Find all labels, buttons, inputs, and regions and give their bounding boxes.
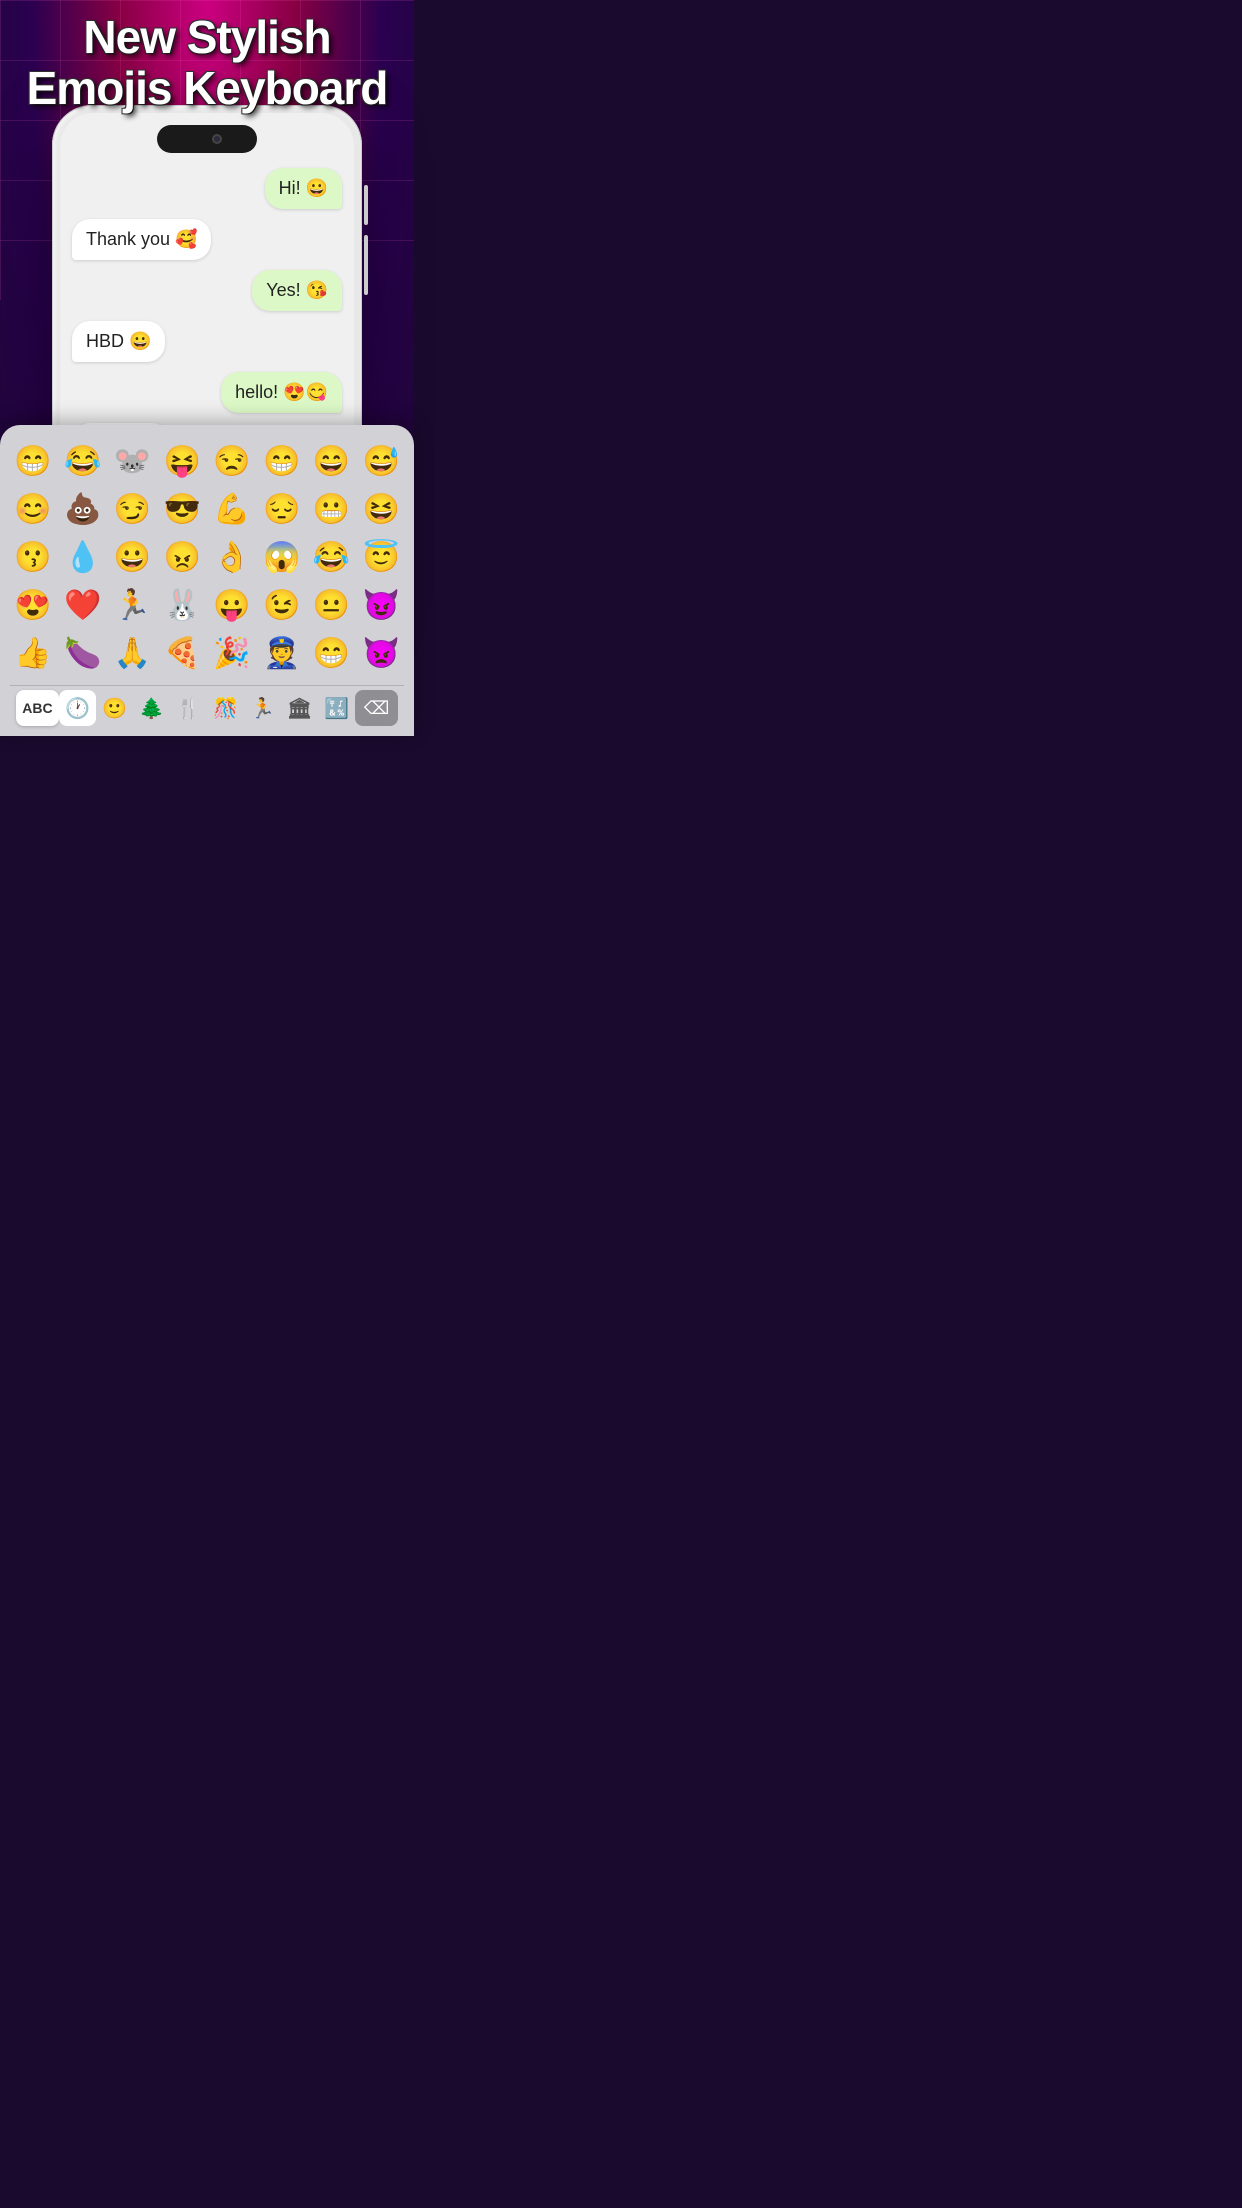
emoji-sweat-smile[interactable]: 😅 bbox=[358, 439, 404, 483]
tree-icon: 🌲 bbox=[139, 696, 164, 721]
emoji-muscle[interactable]: 💪 bbox=[209, 487, 255, 531]
emoji-expressionless[interactable]: 😐 bbox=[309, 583, 355, 627]
toolbar-nature[interactable]: 🌲 bbox=[133, 690, 170, 726]
toolbar-objects[interactable]: 🏛 bbox=[281, 690, 318, 726]
emoji-joy[interactable]: 😂 bbox=[60, 439, 106, 483]
emoji-thumbsup[interactable]: 👍 bbox=[10, 631, 56, 675]
emoji-unamused[interactable]: 😒 bbox=[209, 439, 255, 483]
emoji-kissing[interactable]: 😗 bbox=[10, 535, 56, 579]
phone-notch bbox=[157, 125, 257, 153]
emoji-angry[interactable]: 😠 bbox=[159, 535, 205, 579]
objects-icon: 🏛 bbox=[287, 696, 312, 721]
toolbar-activity[interactable]: 🎊 bbox=[207, 690, 244, 726]
chat-bubble-1: Hi! 😀 bbox=[265, 168, 342, 209]
travel-icon: 🏃 bbox=[250, 696, 275, 721]
emoji-sunglasses[interactable]: 😎 bbox=[159, 487, 205, 531]
chat-bubble-2: Thank you 🥰 bbox=[72, 219, 211, 260]
emoji-innocent[interactable]: 😇 bbox=[358, 535, 404, 579]
keyboard-toolbar: ABC 🕐 🙂 🌲 🍴 🎊 🏃 🏛 🔣 ⌫ bbox=[10, 685, 404, 726]
emoji-pray[interactable]: 🙏 bbox=[110, 631, 156, 675]
emoji-laughing[interactable]: 😆 bbox=[358, 487, 404, 531]
emoji-stuck-out-tongue[interactable]: 😝 bbox=[159, 439, 205, 483]
emoji-smiling-devil[interactable]: 😈 bbox=[358, 583, 404, 627]
emoji-pizza[interactable]: 🍕 bbox=[159, 631, 205, 675]
camera-dot bbox=[212, 134, 222, 144]
chat-area: Hi! 😀 Thank you 🥰 Yes! 😘 HBD 😀 hello! 😍😋… bbox=[60, 113, 354, 476]
emoji-rabbit[interactable]: 🐰 bbox=[159, 583, 205, 627]
emoji-blush[interactable]: 😊 bbox=[10, 487, 56, 531]
emoji-police[interactable]: 👮 bbox=[259, 631, 305, 675]
emoji-devil[interactable]: 👿 bbox=[358, 631, 404, 675]
emoji-neutral[interactable]: 😀 bbox=[110, 535, 156, 579]
header-section: New Stylish Emojis Keyboard bbox=[0, 12, 414, 113]
toolbar-symbols[interactable]: 🔣 bbox=[318, 690, 355, 726]
emoji-droplets[interactable]: 💧 bbox=[60, 535, 106, 579]
emoji-tongue[interactable]: 😛 bbox=[209, 583, 255, 627]
activity-icon: 🎊 bbox=[213, 696, 238, 721]
chat-bubble-3: Yes! 😘 bbox=[252, 270, 342, 311]
emoji-runner[interactable]: 🏃 bbox=[110, 583, 156, 627]
emoji-relieved[interactable]: 😔 bbox=[259, 487, 305, 531]
emoji-smirk[interactable]: 😏 bbox=[110, 487, 156, 531]
emoji-eggplant[interactable]: 🍆 bbox=[60, 631, 106, 675]
emoji-ok-hand[interactable]: 👌 bbox=[209, 535, 255, 579]
emoji-party[interactable]: 🎉 bbox=[209, 631, 255, 675]
emoji-grimacing[interactable]: 😬 bbox=[309, 487, 355, 531]
header-title: New Stylish Emojis Keyboard bbox=[20, 12, 394, 113]
toolbar-travel[interactable]: 🏃 bbox=[244, 690, 281, 726]
emoji-heart[interactable]: ❤️ bbox=[60, 583, 106, 627]
toolbar-recent[interactable]: 🕐 bbox=[59, 690, 96, 726]
emoji-smile[interactable]: 😄 bbox=[309, 439, 355, 483]
emoji-grin[interactable]: 😁 bbox=[259, 439, 305, 483]
symbols-icon: 🔣 bbox=[324, 696, 349, 721]
emoji-grid: 😁 😂 🐭 😝 😒 😁 😄 😅 😊 💩 😏 😎 💪 😔 😬 😆 😗 💧 😀 😠 … bbox=[10, 439, 404, 675]
emoji-scream[interactable]: 😱 bbox=[259, 535, 305, 579]
emoji-mouse[interactable]: 🐭 bbox=[110, 439, 156, 483]
food-icon: 🍴 bbox=[176, 696, 201, 721]
chat-bubble-4: HBD 😀 bbox=[72, 321, 165, 362]
emoji-icon: 🙂 bbox=[102, 696, 127, 721]
delete-key[interactable]: ⌫ bbox=[355, 690, 398, 726]
toolbar-emoji[interactable]: 🙂 bbox=[96, 690, 133, 726]
phone-button-1 bbox=[364, 185, 368, 225]
emoji-poop[interactable]: 💩 bbox=[60, 487, 106, 531]
phone-button-2 bbox=[364, 235, 368, 295]
emoji-big-grin[interactable]: 😁 bbox=[309, 631, 355, 675]
clock-icon: 🕐 bbox=[65, 696, 90, 721]
emoji-grinning[interactable]: 😁 bbox=[10, 439, 56, 483]
keyboard-panel: 😁 😂 🐭 😝 😒 😁 😄 😅 😊 💩 😏 😎 💪 😔 😬 😆 😗 💧 😀 😠 … bbox=[0, 425, 414, 736]
chat-bubble-5: hello! 😍😋 bbox=[221, 372, 342, 413]
emoji-wink[interactable]: 😉 bbox=[259, 583, 305, 627]
emoji-heart-eyes[interactable]: 😍 bbox=[10, 583, 56, 627]
abc-key[interactable]: ABC bbox=[16, 690, 59, 726]
emoji-cry[interactable]: 😂 bbox=[309, 535, 355, 579]
toolbar-food[interactable]: 🍴 bbox=[170, 690, 207, 726]
